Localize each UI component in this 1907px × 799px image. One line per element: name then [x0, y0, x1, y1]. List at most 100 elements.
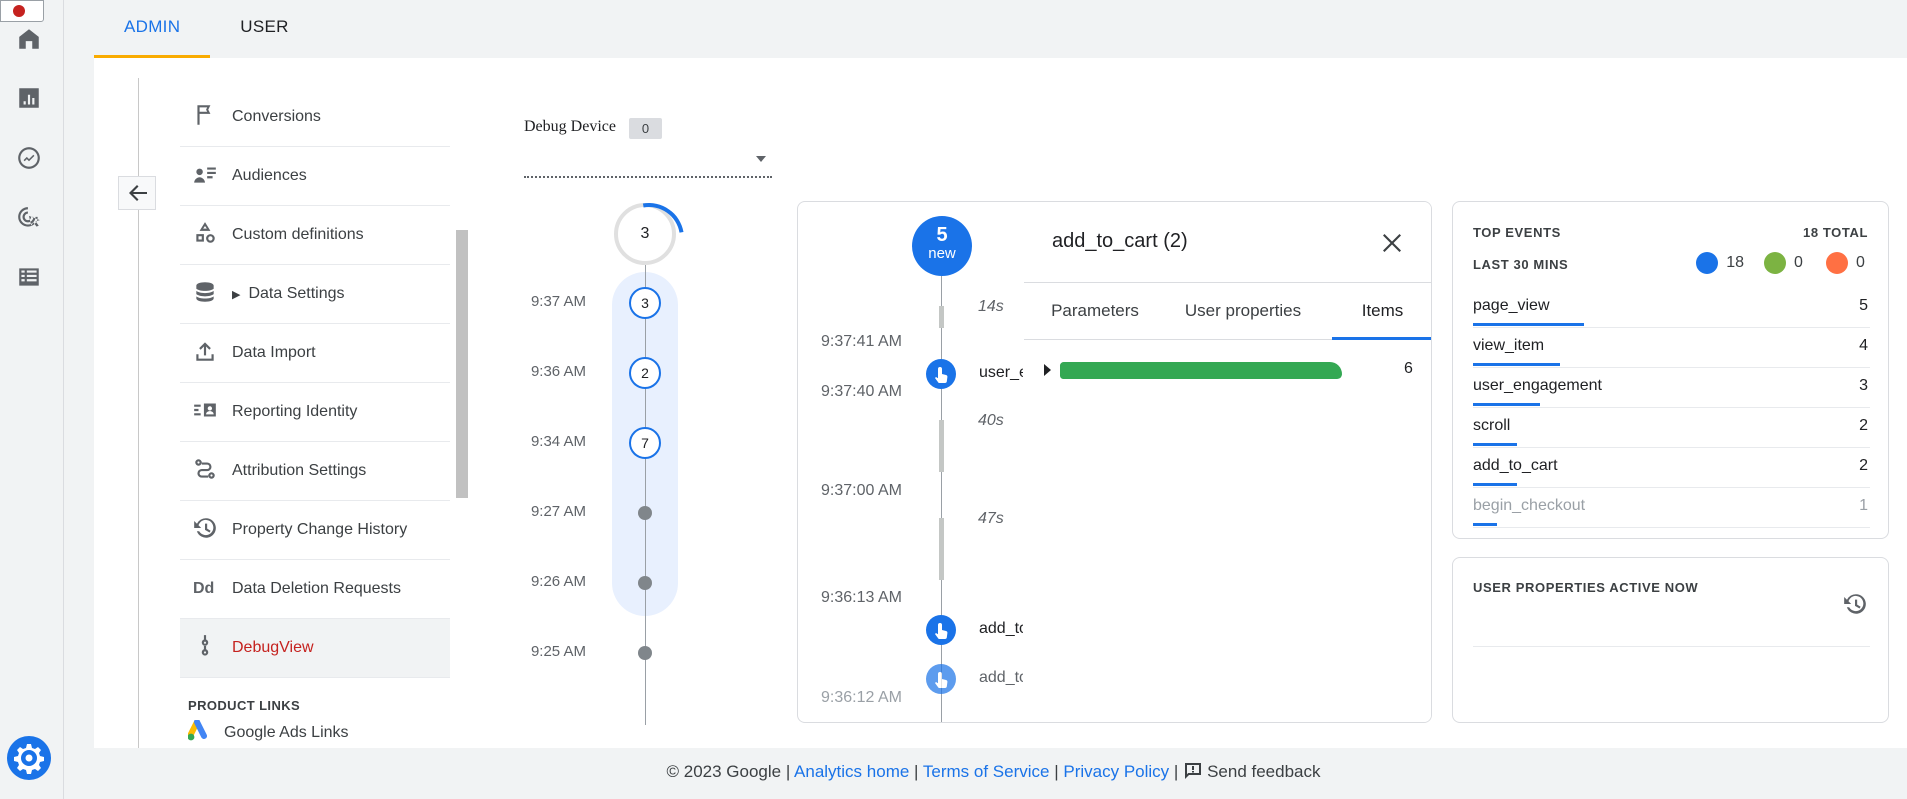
conversion-count: 0 — [1794, 254, 1803, 271]
top-event-row[interactable]: add_to_cart 2 — [1473, 448, 1870, 488]
nav-item-reporting-identity[interactable]: Reporting Identity — [180, 383, 450, 442]
event-name[interactable]: add_to_cart — [979, 620, 1023, 638]
expand-caret-icon[interactable]: ▶ — [232, 288, 240, 301]
minute-event-count[interactable]: 3 — [629, 287, 661, 319]
top-event-share-bar — [1473, 323, 1584, 326]
top-event-count: 5 — [1859, 297, 1868, 314]
nav-item-data-deletion-requests[interactable]: Dd Data Deletion Requests — [180, 560, 450, 619]
minute-empty-dot[interactable] — [638, 576, 652, 590]
seconds-gap-bar — [939, 518, 944, 580]
top-event-name: begin_checkout — [1473, 497, 1586, 514]
nav-scrollbar[interactable] — [456, 230, 468, 498]
close-icon[interactable] — [1377, 228, 1407, 258]
top-event-count: 2 — [1859, 457, 1868, 474]
property-nav: Conversions Audiences Custom definitions… — [180, 88, 450, 753]
expand-caret-icon[interactable] — [1044, 364, 1051, 376]
top-event-count: 3 — [1859, 377, 1868, 394]
database-icon — [196, 281, 214, 302]
terms-link[interactable]: Terms of Service — [923, 762, 1050, 781]
top-events-title: TOP EVENTS — [1473, 225, 1561, 240]
item-row[interactable]: 6 — [1044, 357, 1414, 387]
top-event-name: view_item — [1473, 337, 1545, 354]
minute-empty-dot[interactable] — [638, 506, 652, 520]
top-event-name: page_view — [1473, 297, 1550, 314]
tab-parameters[interactable]: Parameters — [1036, 283, 1154, 340]
minute-empty-dot[interactable] — [638, 646, 652, 660]
admin-user-tabs: ADMIN USER — [94, 0, 319, 58]
debug-device-select[interactable] — [524, 150, 772, 178]
send-feedback-button[interactable]: Send feedback — [1183, 762, 1321, 781]
home-icon[interactable] — [16, 26, 42, 52]
nav-item-label: Data Deletion Requests — [232, 580, 401, 597]
tab-admin[interactable]: ADMIN — [94, 0, 211, 58]
reports-icon[interactable] — [16, 85, 42, 111]
tab-items[interactable]: Items — [1332, 283, 1431, 340]
footer: © 2023 Google | Analytics home | Terms o… — [0, 762, 1907, 782]
advertising-icon[interactable] — [16, 205, 42, 231]
top-event-share-bar — [1473, 443, 1517, 446]
top-event-row[interactable]: page_view 5 — [1473, 288, 1870, 328]
nav-item-audiences[interactable]: Audiences — [180, 147, 450, 206]
identity-icon — [194, 403, 216, 416]
footer-separator: | — [914, 762, 919, 781]
nav-item-data-import[interactable]: Data Import — [180, 324, 450, 383]
minutes-last-30-counter: 3 — [614, 203, 676, 265]
configure-icon[interactable] — [16, 264, 42, 290]
event-name[interactable]: user_engagement — [979, 364, 1023, 382]
minute-event-count[interactable]: 2 — [629, 357, 661, 389]
explore-icon[interactable] — [16, 145, 42, 171]
product-links-heading: PRODUCT LINKS — [188, 698, 301, 713]
event-dot[interactable] — [926, 664, 956, 694]
attribution-icon — [195, 458, 215, 479]
debug-bug-icon[interactable] — [0, 0, 44, 22]
divider — [1473, 646, 1870, 647]
nav-item-conversions[interactable]: Conversions — [180, 88, 450, 147]
top-event-row[interactable]: view_item 4 — [1473, 328, 1870, 368]
seconds-timeline-line — [941, 276, 942, 722]
nav-item-label: Attribution Settings — [232, 462, 367, 479]
minute-time: 9:27 AM — [530, 503, 586, 520]
nav-item-label: Data Import — [232, 344, 316, 361]
new-events-count: 5 — [936, 224, 948, 246]
privacy-link[interactable]: Privacy Policy — [1063, 762, 1169, 781]
send-feedback-label: Send feedback — [1207, 762, 1321, 781]
event-time: 9:37:00 AM — [821, 482, 902, 499]
top-event-row[interactable]: user_engagement 3 — [1473, 368, 1870, 408]
event-name[interactable]: add_to_cart — [979, 669, 1023, 687]
seconds-gap-bar — [939, 306, 944, 328]
nav-item-property-change-history[interactable]: Property Change History — [180, 501, 450, 560]
seconds-gap: 40s — [978, 412, 1004, 429]
history-icon[interactable] — [1842, 591, 1868, 617]
top-event-count: 1 — [1859, 497, 1868, 514]
nav-item-attribution-settings[interactable]: Attribution Settings — [180, 442, 450, 501]
google-ads-icon — [187, 718, 207, 740]
tab-user-properties[interactable]: User properties — [1160, 283, 1326, 340]
nav-item-label: Property Change History — [232, 521, 408, 538]
tap-event-icon — [935, 623, 948, 639]
minute-time: 9:36 AM — [530, 363, 586, 380]
nav-item-google-ads-links[interactable]: Google Ads Links — [180, 713, 450, 753]
event-type-count: 18 — [1726, 254, 1744, 271]
back-arrow-button[interactable] — [118, 176, 156, 210]
tab-user[interactable]: USER — [210, 0, 318, 58]
top-events-total: 18 TOTAL — [1803, 225, 1868, 240]
user-properties-card: USER PROPERTIES ACTIVE NOW — [1452, 557, 1889, 723]
top-event-row[interactable]: scroll 2 — [1473, 408, 1870, 448]
minute-event-count[interactable]: 7 — [629, 427, 661, 459]
debug-device-label: Debug Device — [524, 118, 616, 135]
nav-item-custom-definitions[interactable]: Custom definitions — [180, 206, 450, 265]
nav-item-debugview[interactable]: DebugView — [180, 619, 450, 678]
minute-time: 9:37 AM — [530, 293, 586, 310]
minute-time: 9:26 AM — [530, 573, 586, 590]
event-dot[interactable] — [926, 359, 956, 389]
analytics-home-link[interactable]: Analytics home — [794, 762, 909, 781]
feedback-icon — [1183, 762, 1203, 780]
event-dot[interactable] — [926, 615, 956, 645]
flag-icon — [197, 104, 211, 125]
top-event-row[interactable]: begin_checkout 1 — [1473, 488, 1870, 528]
redacted-item-name — [1060, 362, 1342, 379]
top-event-share-bar — [1473, 363, 1560, 366]
new-events-badge[interactable]: 5 new — [912, 216, 972, 276]
nav-item-data-settings[interactable]: ▶ Data Settings — [180, 265, 450, 324]
user-properties-title: USER PROPERTIES ACTIVE NOW — [1473, 580, 1699, 595]
